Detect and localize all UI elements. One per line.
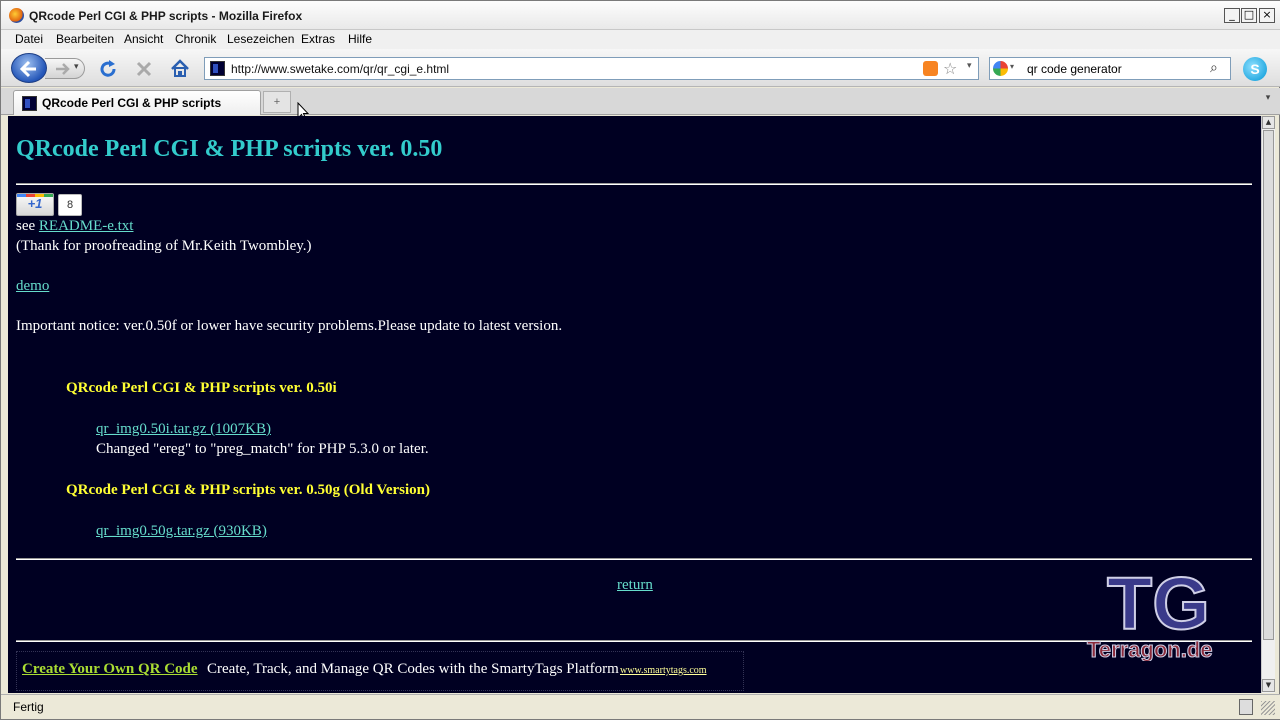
ad-text: Create, Track, and Manage QR Codes with …	[207, 661, 619, 677]
download-link-050g[interactable]: qr_img0.50g.tar.gz (930KB)	[96, 523, 267, 539]
address-bar[interactable]: http://www.swetake.com/qr/qr_cgi_e.html …	[204, 57, 979, 80]
divider	[16, 183, 1252, 185]
svg-text:TG: TG	[1107, 562, 1210, 645]
smartytags-ad: Create Your Own QR Code Create, Track, a…	[16, 651, 744, 691]
tab-qrcode[interactable]: QRcode Perl CGI & PHP scripts	[13, 90, 261, 115]
back-button[interactable]	[11, 53, 47, 83]
history-dropdown-icon[interactable]: ▾	[74, 61, 79, 72]
stop-icon[interactable]	[133, 58, 155, 80]
demo-link[interactable]: demo	[16, 278, 49, 294]
google-search-engine-icon[interactable]	[993, 61, 1008, 76]
title-bar: QRcode Perl CGI & PHP scripts - Mozilla …	[1, 1, 1280, 30]
maximize-button[interactable]: □	[1241, 8, 1257, 23]
page-content: QRcode Perl CGI & PHP scripts ver. 0.50 …	[8, 116, 1261, 693]
menu-lesezeichen[interactable]: Lesezeichen	[227, 32, 294, 46]
back-arrow-icon	[20, 60, 36, 78]
scroll-up-button[interactable]: ▲	[1262, 116, 1275, 129]
resize-grip-icon[interactable]	[1261, 701, 1275, 715]
google-plusone-button[interactable]: +1	[16, 193, 54, 216]
divider	[16, 558, 1252, 560]
plusone-count: 8	[58, 194, 82, 216]
status-bar: Fertig	[1, 694, 1280, 719]
divider	[16, 640, 1252, 642]
menu-bearbeiten[interactable]: Bearbeiten	[56, 32, 114, 46]
home-icon[interactable]	[169, 58, 191, 80]
page-title: QRcode Perl CGI & PHP scripts ver. 0.50	[16, 136, 443, 162]
menu-datei[interactable]: Datei	[15, 32, 43, 46]
security-status-icon[interactable]	[1239, 699, 1253, 715]
minimize-button[interactable]: _	[1224, 8, 1240, 23]
readme-line: see README-e.txt	[16, 218, 133, 235]
firefox-icon	[9, 8, 24, 23]
readme-link[interactable]: README-e.txt	[39, 218, 134, 234]
site-favicon	[210, 61, 225, 76]
new-tab-button[interactable]: +	[263, 91, 291, 113]
status-text: Fertig	[13, 700, 44, 714]
tab-list-dropdown-icon[interactable]: ▾	[1260, 92, 1276, 110]
url-text[interactable]: http://www.swetake.com/qr/qr_cgi_e.html	[231, 62, 449, 76]
svg-text:Terragon.de: Terragon.de	[1087, 637, 1213, 661]
ad-url-link[interactable]: www.smartytags.com	[620, 665, 707, 676]
search-box[interactable]: ▾ qr code generator ⌕	[989, 57, 1231, 80]
close-button[interactable]: ×	[1259, 8, 1275, 23]
tab-label: QRcode Perl CGI & PHP scripts	[42, 96, 222, 110]
return-link[interactable]: return	[617, 577, 653, 593]
menu-hilfe[interactable]: Hilfe	[348, 32, 372, 46]
skype-icon[interactable]: S	[1243, 57, 1267, 81]
release-heading-050i: QRcode Perl CGI & PHP scripts ver. 0.50i	[66, 380, 337, 396]
menu-ansicht[interactable]: Ansicht	[124, 32, 163, 46]
tab-favicon	[22, 96, 37, 111]
tab-bar: QRcode Perl CGI & PHP scripts + ▾	[1, 88, 1280, 115]
security-notice: Important notice: ver.0.50f or lower hav…	[16, 318, 563, 334]
scroll-thumb[interactable]	[1263, 130, 1274, 640]
menu-chronik[interactable]: Chronik	[175, 32, 216, 46]
release-note-050i: Changed "ereg" to "preg_match" for PHP 5…	[96, 441, 429, 457]
ad-link[interactable]: Create Your Own QR Code	[22, 661, 198, 678]
see-prefix: see	[16, 218, 36, 234]
menu-bar: Datei Bearbeiten Ansicht Chronik Lesezei…	[1, 30, 1280, 49]
vertical-scrollbar[interactable]: ▲ ▼	[1261, 116, 1275, 693]
terragon-watermark-logo: TG Terragon.de	[1087, 561, 1214, 661]
menu-extras[interactable]: Extras	[301, 32, 335, 46]
release-heading-050g: QRcode Perl CGI & PHP scripts ver. 0.50g…	[66, 482, 430, 498]
url-dropdown-icon[interactable]: ▾	[967, 61, 972, 71]
reload-icon[interactable]	[97, 58, 119, 80]
scroll-down-button[interactable]: ▼	[1262, 679, 1275, 692]
forward-arrow-icon	[56, 63, 70, 75]
search-icon[interactable]: ⌕	[1210, 60, 1218, 76]
download-link-050i[interactable]: qr_img0.50i.tar.gz (1007KB)	[96, 421, 271, 437]
thanks-text: (Thank for proofreading of Mr.Keith Twom…	[16, 238, 312, 254]
forward-button[interactable]	[45, 58, 85, 79]
search-engine-dropdown-icon[interactable]: ▾	[1010, 62, 1014, 71]
bookmark-star-icon[interactable]: ☆	[943, 59, 957, 78]
browser-window: QRcode Perl CGI & PHP scripts - Mozilla …	[0, 0, 1280, 720]
rss-feed-icon[interactable]	[923, 61, 938, 76]
window-title: QRcode Perl CGI & PHP scripts - Mozilla …	[29, 9, 303, 23]
search-input[interactable]: qr code generator	[1027, 62, 1122, 76]
